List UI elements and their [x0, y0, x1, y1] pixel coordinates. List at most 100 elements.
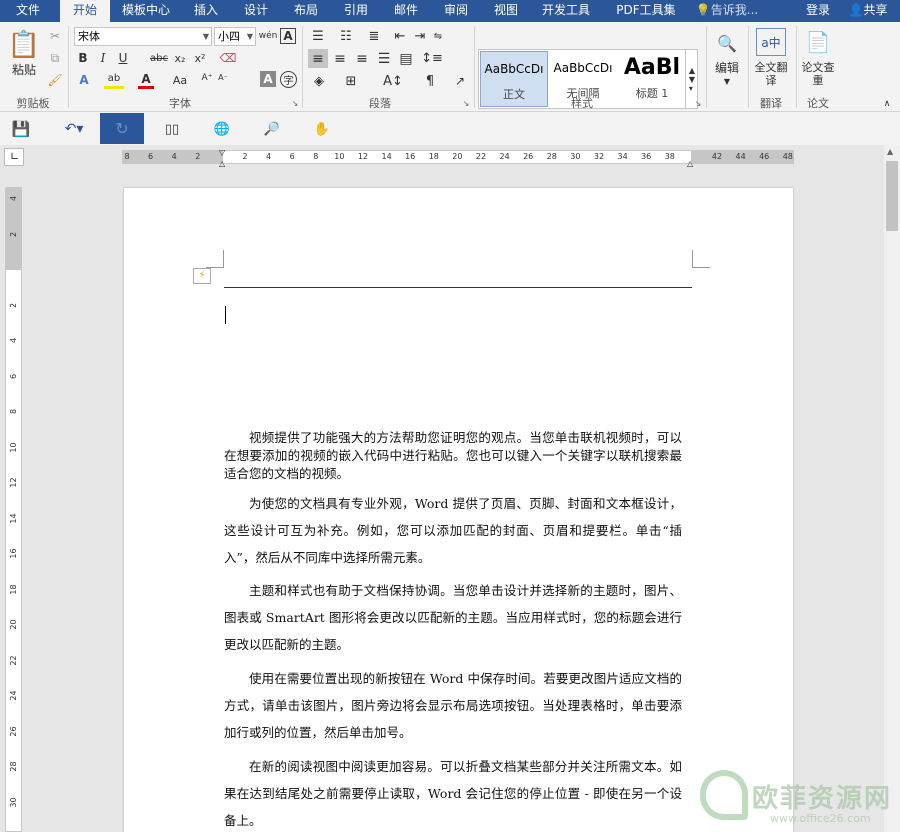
paragraph[interactable]: 视频提供了功能强大的方法帮助您证明您的观点。当您单击联机视频时，可以在想要添加的… [224, 429, 682, 483]
tab-developer[interactable]: 开发工具 [536, 0, 596, 22]
font-color-button[interactable]: A [138, 71, 154, 89]
chinese-layout-icon[interactable]: ⇋ [430, 28, 446, 44]
ruler-tick-label: 12 [357, 152, 369, 161]
text-effect-button[interactable]: A [76, 71, 92, 89]
touch-mode-icon[interactable]: ✋ [312, 120, 332, 138]
line-spacing-icon[interactable]: ↕≡ [420, 49, 444, 68]
phonetic-guide-button[interactable]: wén [259, 26, 278, 46]
ruler-tick-label: 28 [546, 152, 557, 161]
distributed-icon[interactable]: ▤ [396, 49, 416, 68]
align-left-icon[interactable]: ≡ [308, 49, 328, 68]
document-page[interactable]: ⚡ 视频提供了功能强大的方法帮助您证明您的观点。当您单击联机视频时，可以在想要添… [124, 188, 793, 832]
paragraph[interactable]: 为使您的文档具有专业外观，Word 提供了页眉、页脚、封面和文本框设计，这些设计… [224, 490, 682, 571]
tab-pdf-tools[interactable]: PDF工具集 [606, 0, 686, 22]
grow-font-icon[interactable]: A⁺ [200, 71, 214, 85]
italic-button[interactable]: I [96, 50, 110, 66]
ruler-tick-label: 20 [9, 619, 18, 630]
clear-format-icon[interactable]: ⌫ [220, 50, 237, 66]
collapse-ribbon-icon[interactable]: ∧ [880, 98, 894, 110]
text-direction-icon[interactable]: ↗ [452, 72, 468, 90]
style-normal[interactable]: AaBbCcDı 正文 [480, 51, 548, 107]
paragraph[interactable]: 主题和样式也有助于文档保持协调。当您单击设计并选择新的主题时，图片、图表或 Sm… [224, 577, 682, 658]
align-right-icon[interactable]: ≡ [352, 49, 372, 68]
paste-options-icon[interactable]: ⚡ [193, 268, 211, 284]
tab-insert[interactable]: 插入 [186, 0, 226, 22]
underline-button[interactable]: U [116, 50, 130, 66]
char-border-button[interactable]: A [280, 28, 296, 44]
highlight-button[interactable]: ab [104, 71, 124, 89]
share-button[interactable]: 👤共享 [842, 0, 894, 22]
redo-icon[interactable]: ↻ [100, 113, 144, 144]
dialog-launcher-icon[interactable]: ↘ [291, 98, 299, 108]
bullets-icon[interactable]: ☰ [308, 28, 328, 44]
first-line-indent-marker[interactable]: ▽ [219, 148, 225, 157]
translate-icon[interactable]: a中 [756, 28, 786, 56]
web-layout-icon[interactable]: 🌐 [212, 120, 232, 138]
undo-icon[interactable]: ↶▾ [60, 120, 88, 138]
tell-me-search[interactable]: 💡告诉我... [692, 0, 762, 22]
change-case-button[interactable]: Aa [170, 71, 190, 89]
tab-review[interactable]: 审阅 [436, 0, 476, 22]
tab-layout[interactable]: 布局 [286, 0, 326, 22]
decrease-indent-icon[interactable]: ⇤ [392, 28, 408, 44]
char-shading-button[interactable]: A [260, 71, 276, 87]
tab-view[interactable]: 视图 [486, 0, 526, 22]
scroll-up-arrow[interactable]: ▲ [887, 147, 893, 156]
login-button[interactable]: 登录 [800, 0, 836, 22]
hanging-indent-marker[interactable]: △ [219, 159, 225, 168]
ruler-tick-label: 2 [9, 302, 18, 308]
font-size-select[interactable]: 小四 ▼ [214, 27, 256, 46]
right-indent-marker[interactable]: △ [687, 159, 693, 168]
justify-icon[interactable]: ☰ [374, 49, 394, 68]
editing-button[interactable]: 编辑 [710, 60, 744, 75]
save-icon[interactable]: 💾 [12, 120, 31, 138]
multilevel-list-icon[interactable]: ≣ [364, 28, 384, 44]
print-preview-icon[interactable]: 🔎 [262, 120, 282, 138]
borders-icon[interactable]: ⊞ [340, 72, 362, 90]
paste-icon[interactable]: 📋 [6, 28, 42, 62]
align-center-icon[interactable]: ≡ [330, 49, 350, 68]
find-icon[interactable]: 🔍 [714, 30, 740, 56]
sort-icon[interactable]: A↕ [380, 72, 406, 90]
scroll-thumb[interactable] [886, 161, 898, 231]
increase-indent-icon[interactable]: ⇥ [412, 28, 428, 44]
font-name-select[interactable]: 宋体 ▼ [74, 27, 212, 46]
paper-check-icon[interactable]: 📄 [804, 28, 832, 56]
shading-icon[interactable]: ◈ [308, 72, 330, 90]
tab-design[interactable]: 设计 [236, 0, 276, 22]
bold-button[interactable]: B [76, 50, 90, 66]
paste-button[interactable]: 粘贴 [8, 62, 40, 77]
copy-icon[interactable]: ⧉ [46, 50, 64, 66]
superscript-button[interactable]: x² [192, 50, 208, 66]
full-translate-button[interactable]: 全文翻译 [750, 60, 792, 88]
enclose-char-button[interactable]: 字 [280, 71, 297, 88]
horizontal-ruler[interactable]: 8 6 4 2 2 4 6 8 10 12 14 16 18 20 22 24 26 28 30 32 34 36 38 42… [122, 148, 794, 168]
numbering-icon[interactable]: ☷ [336, 28, 356, 44]
paragraph[interactable]: 在新的阅读视图中阅读更加容易。可以折叠文档某些部分并关注所需文本。如果在达到结尾… [224, 753, 682, 832]
tab-home[interactable]: 开始 [60, 0, 110, 22]
tab-selector[interactable]: ∟ [4, 148, 24, 166]
style-heading-1[interactable]: AaBl 标题 1 [618, 51, 686, 107]
format-painter-icon[interactable]: 🖌 [46, 72, 64, 88]
cut-icon[interactable]: ✂ [46, 28, 64, 44]
tab-template-center[interactable]: 模板中心 [116, 0, 176, 22]
shrink-font-icon[interactable]: A⁻ [216, 71, 230, 85]
tab-references[interactable]: 引用 [336, 0, 376, 22]
vertical-scrollbar[interactable]: ▲ [884, 145, 900, 832]
paragraph[interactable]: 使用在需要位置出现的新按钮在 Word 中保存时间。若要更改图片适应文档的方式，… [224, 665, 682, 746]
show-marks-icon[interactable]: ¶ [420, 72, 440, 90]
dialog-launcher-icon[interactable]: ↘ [462, 98, 470, 108]
paper-group-label: 论文 [807, 97, 829, 110]
strikethrough-button[interactable]: abc [148, 50, 170, 66]
dialog-launcher-icon[interactable]: ↘ [694, 98, 702, 108]
tell-me-placeholder: 告诉我... [710, 3, 759, 17]
subscript-button[interactable]: x₂ [172, 50, 188, 66]
share-label: 共享 [863, 3, 888, 17]
read-mode-icon[interactable]: ▯▯ [162, 120, 182, 138]
ruler-tick-label: 44 [735, 152, 746, 161]
paper-check-button[interactable]: 论文查重 [800, 60, 836, 88]
vertical-ruler[interactable]: 4 2 2 4 6 8 10 12 14 16 18 20 22 24 26 28 30 [5, 187, 22, 832]
chevron-down-icon: ▼ [202, 32, 209, 41]
tab-mailings[interactable]: 邮件 [386, 0, 426, 22]
tab-file[interactable]: 文件 [6, 0, 50, 22]
